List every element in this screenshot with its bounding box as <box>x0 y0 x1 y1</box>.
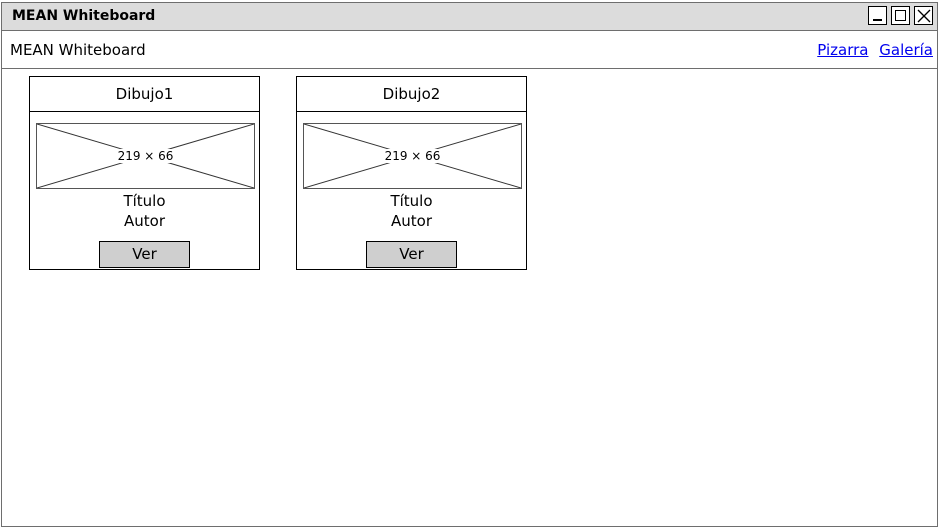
card-header: Dibujo1 <box>30 77 259 112</box>
minimize-button[interactable] <box>868 6 887 25</box>
card-header: Dibujo2 <box>297 77 526 112</box>
maximize-icon <box>895 10 906 21</box>
nav-link-pizarra[interactable]: Pizarra <box>817 41 868 59</box>
drawing-thumbnail: 219 × 66 <box>303 123 522 189</box>
close-button[interactable] <box>914 6 933 25</box>
window-title: MEAN Whiteboard <box>12 8 156 24</box>
drawing-thumbnail: 219 × 66 <box>36 123 255 189</box>
nav-link-galeria[interactable]: Galería <box>879 41 933 59</box>
drawing-card: Dibujo1 219 × 66 Título Autor Ver <box>29 76 260 270</box>
image-size-label: 219 × 66 <box>116 149 175 163</box>
card-title: Título <box>123 192 166 210</box>
navbar-brand[interactable]: MEAN Whiteboard <box>10 41 146 59</box>
view-button[interactable]: Ver <box>366 241 457 268</box>
drawing-card: Dibujo2 219 × 66 Título Autor Ver <box>296 76 527 270</box>
view-button[interactable]: Ver <box>99 241 190 268</box>
minimize-icon <box>873 19 882 21</box>
navbar: MEAN Whiteboard Pizarra Galería <box>2 31 937 69</box>
title-bar: MEAN Whiteboard <box>2 3 937 31</box>
nav-links: Pizarra Galería <box>811 41 933 59</box>
card-author: Autor <box>124 212 165 230</box>
image-size-label: 219 × 66 <box>383 149 442 163</box>
card-title: Título <box>390 192 433 210</box>
maximize-button[interactable] <box>891 6 910 25</box>
card-author: Autor <box>391 212 432 230</box>
close-icon <box>917 9 931 23</box>
